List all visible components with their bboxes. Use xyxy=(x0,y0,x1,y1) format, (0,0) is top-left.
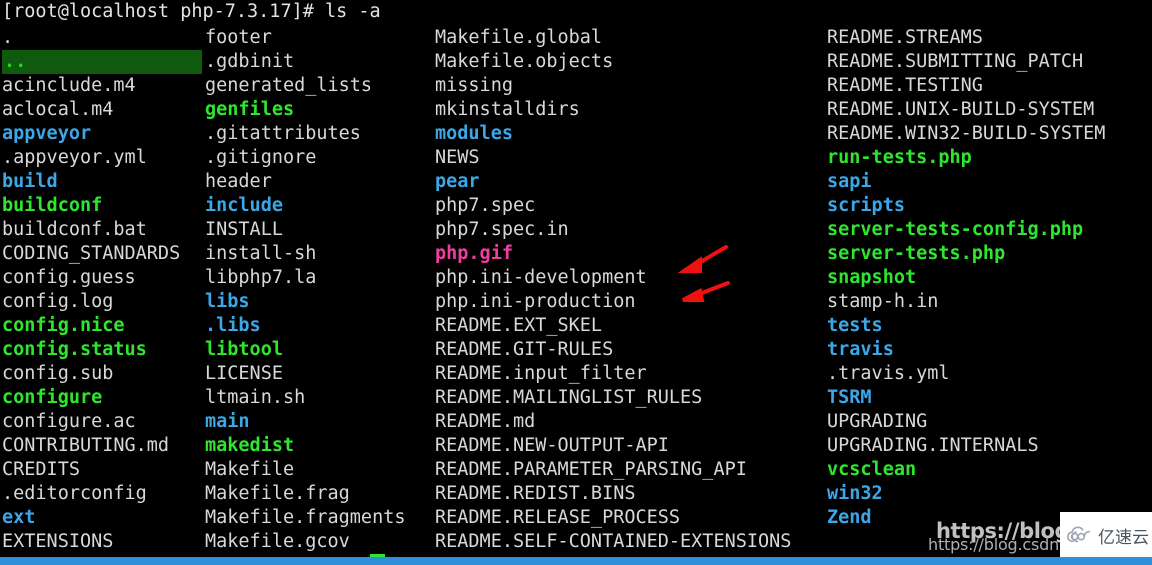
file-entry: .gitignore xyxy=(205,147,317,168)
file-entry: win32 xyxy=(827,483,883,504)
file-entry: CODING_STANDARDS xyxy=(2,243,181,264)
file-entry: libphp7.la xyxy=(205,267,317,288)
file-entry: stamp-h.in xyxy=(827,291,939,312)
file-entry: config.guess xyxy=(2,267,136,288)
file-entry: Makefile.objects xyxy=(435,51,614,72)
file-entry: .editorconfig xyxy=(2,483,147,504)
file-entry: php.ini-production xyxy=(435,291,636,312)
file-listing-column-2: footer .gdbinit generated_lists genfiles .gi… xyxy=(205,26,433,554)
file-entry: config.sub xyxy=(2,363,114,384)
file-entry: travis xyxy=(827,339,894,360)
file-entry: tests xyxy=(827,315,883,336)
terminal-screenshot: [root@localhost php-7.3.17]# ls -a ... ac… xyxy=(0,0,1152,565)
file-entry: buildconf xyxy=(2,195,103,216)
file-entry: ltmain.sh xyxy=(205,387,306,408)
site-logo: 亿速云 xyxy=(1060,512,1152,558)
file-entry: README.NEW-OUTPUT-API xyxy=(435,435,669,456)
file-entry: aclocal.m4 xyxy=(2,99,114,120)
file-entry: .gitattributes xyxy=(205,123,361,144)
file-entry: pear xyxy=(435,171,480,192)
file-entry: php.ini-development xyxy=(435,267,647,288)
file-entry: Makefile.gcov xyxy=(205,531,350,552)
file-entry: README.input_filter xyxy=(435,363,647,384)
file-entry: footer xyxy=(205,27,272,48)
file-entry: genfiles xyxy=(205,99,295,120)
terminal-window[interactable]: [root@localhost php-7.3.17]# ls -a ... ac… xyxy=(0,0,1152,560)
file-entry: configure xyxy=(2,387,103,408)
file-entry: README.MAILINGLIST_RULES xyxy=(435,387,703,408)
file-entry: TSRM xyxy=(827,387,872,408)
file-entry: include xyxy=(205,195,283,216)
file-entry: README.PARAMETER_PARSING_API xyxy=(435,459,747,480)
file-entry: buildconf.bat xyxy=(2,219,147,240)
file-entry: makedist xyxy=(205,435,295,456)
file-entry: configure.ac xyxy=(2,411,136,432)
file-listing-column-1: ... acinclude.m4 aclocal.m4 appveyor .appvey… xyxy=(2,26,202,554)
file-entry: ext xyxy=(2,507,36,528)
logo-text: 亿速云 xyxy=(1098,527,1149,548)
file-entry: scripts xyxy=(827,195,905,216)
file-entry: main xyxy=(205,411,250,432)
file-entry: Makefile.frag xyxy=(205,483,350,504)
file-entry: php.gif xyxy=(435,243,513,264)
file-entry: server-tests-config.php xyxy=(827,219,1084,240)
file-entry: README.TESTING xyxy=(827,75,983,96)
file-entry: sapi xyxy=(827,171,872,192)
file-entry: run-tests.php xyxy=(827,147,972,168)
file-entry: README.EXT_SKEL xyxy=(435,315,603,336)
file-entry: snapshot xyxy=(827,267,917,288)
file-entry: .appveyor.yml xyxy=(2,147,147,168)
file-entry: NEWS xyxy=(435,147,480,168)
file-entry: config.status xyxy=(2,339,147,360)
file-listing-column-4: README.STREAMS README.SUBMITTING_PATCH REA… xyxy=(827,26,1152,530)
watermark-url-secondary: https://blog.csdn xyxy=(928,535,1060,554)
file-entry: .travis.yml xyxy=(827,363,950,384)
file-entry: UPGRADING.INTERNALS xyxy=(827,435,1039,456)
file-entry: CREDITS xyxy=(2,459,80,480)
window-bottom-bar xyxy=(0,557,1152,565)
file-entry: .. xyxy=(2,50,202,74)
file-entry: CONTRIBUTING.md xyxy=(2,435,170,456)
file-entry: INSTALL xyxy=(205,219,283,240)
file-entry: php7.spec.in xyxy=(435,219,569,240)
file-entry: vcsclean xyxy=(827,459,917,480)
file-entry: libs xyxy=(205,291,250,312)
file-entry: server-tests.php xyxy=(827,243,1006,264)
cloud-icon xyxy=(1066,525,1094,545)
file-entry: appveyor xyxy=(2,123,92,144)
file-entry: php7.spec xyxy=(435,195,536,216)
file-entry: . xyxy=(2,27,14,48)
file-entry: README.UNIX-BUILD-SYSTEM xyxy=(827,99,1095,120)
file-entry: Makefile.global xyxy=(435,27,603,48)
shell-prompt-line: [root@localhost php-7.3.17]# ls -a xyxy=(2,1,381,22)
file-entry: libtool xyxy=(205,339,283,360)
file-entry: config.log xyxy=(2,291,114,312)
file-entry: modules xyxy=(435,123,513,144)
file-entry: UPGRADING xyxy=(827,411,928,432)
file-entry: acinclude.m4 xyxy=(2,75,136,96)
file-entry: README.RELEASE_PROCESS xyxy=(435,507,681,528)
file-entry: build xyxy=(2,171,58,192)
file-entry: .libs xyxy=(205,315,261,336)
file-entry: Makefile xyxy=(205,459,295,480)
file-entry: README.SELF-CONTAINED-EXTENSIONS xyxy=(435,531,792,552)
file-entry: .gdbinit xyxy=(205,51,295,72)
file-entry: mkinstalldirs xyxy=(435,99,580,120)
file-entry: generated_lists xyxy=(205,75,373,96)
file-entry: install-sh xyxy=(205,243,317,264)
file-entry: header xyxy=(205,171,272,192)
file-entry: Makefile.fragments xyxy=(205,507,406,528)
file-entry: missing xyxy=(435,75,513,96)
file-entry: README.STREAMS xyxy=(827,27,983,48)
file-listing-column-3: Makefile.global Makefile.objects missing mk… xyxy=(435,26,825,554)
file-entry: README.GIT-RULES xyxy=(435,339,614,360)
file-entry: README.md xyxy=(435,411,536,432)
file-entry: README.REDIST.BINS xyxy=(435,483,636,504)
file-entry: README.WIN32-BUILD-SYSTEM xyxy=(827,123,1106,144)
file-entry: README.SUBMITTING_PATCH xyxy=(827,51,1084,72)
file-entry: LICENSE xyxy=(205,363,283,384)
file-entry: config.nice xyxy=(2,315,125,336)
file-entry: EXTENSIONS xyxy=(2,531,114,552)
